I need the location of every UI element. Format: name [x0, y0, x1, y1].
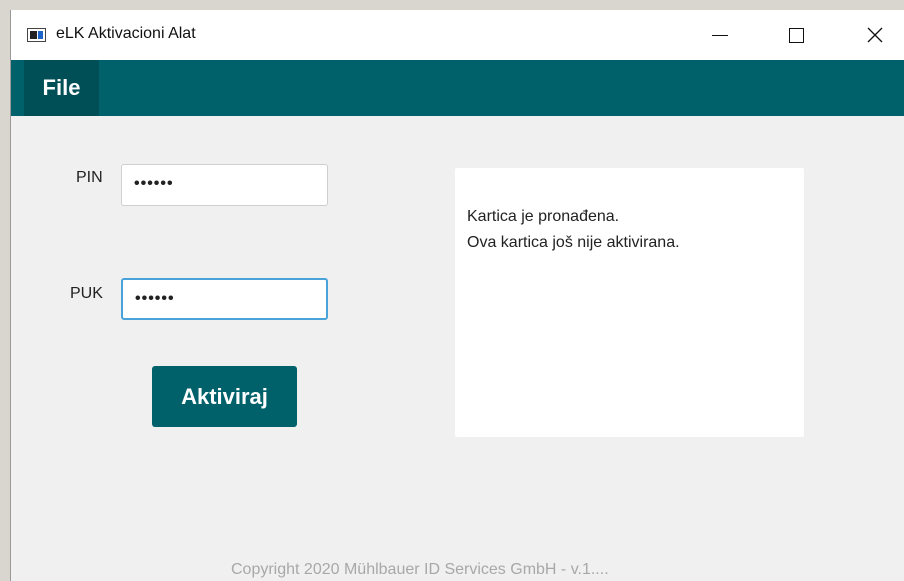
close-icon [867, 27, 883, 43]
maximize-icon [788, 27, 804, 43]
minimize-button[interactable] [690, 10, 750, 60]
minimize-icon [712, 34, 728, 36]
activate-button[interactable]: Aktiviraj [152, 366, 297, 427]
close-button[interactable] [845, 10, 904, 60]
status-message-box: Kartica je pronađena. Ova kartica još ni… [455, 168, 804, 437]
status-line-2: Ova kartica još nije aktivirana. [467, 234, 680, 251]
status-line-1: Kartica je pronađena. [467, 208, 620, 225]
app-window-icon [27, 28, 46, 42]
title-bar[interactable]: eLK Aktivacioni Alat [11, 10, 904, 60]
maximize-button[interactable] [766, 10, 826, 60]
copyright-footer: Copyright 2020 Mühlbauer ID Services Gmb… [231, 561, 609, 578]
puk-field[interactable]: •••••• [121, 278, 328, 320]
puk-label: PUK [70, 285, 103, 302]
file-menu[interactable]: File [24, 60, 99, 116]
menu-bar: File [11, 60, 904, 116]
window-title: eLK Aktivacioni Alat [56, 25, 196, 42]
pin-field[interactable]: •••••• [121, 164, 328, 206]
app-window: eLK Aktivacioni Alat File PIN •••••• PUK… [10, 10, 904, 581]
pin-label: PIN [76, 169, 103, 186]
